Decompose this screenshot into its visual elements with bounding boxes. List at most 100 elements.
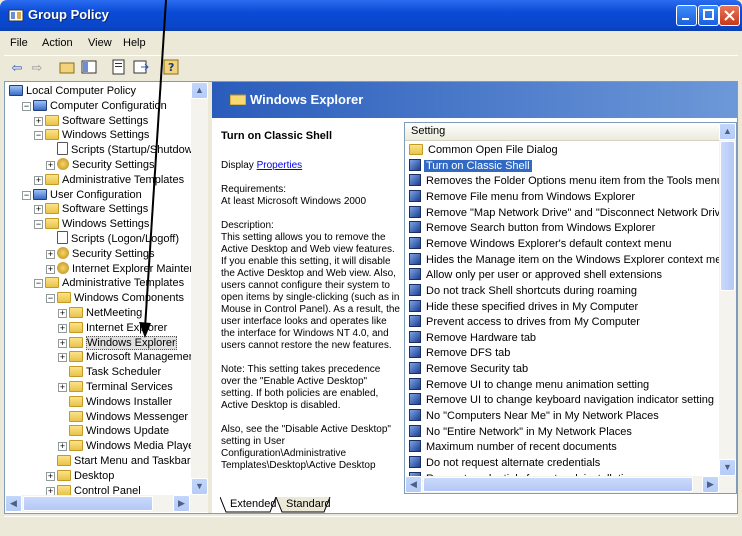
expand-icon[interactable]: + xyxy=(34,116,43,126)
list-setting-item[interactable]: Prevent access to drives from My Compute… xyxy=(409,314,642,330)
setting-icon xyxy=(409,158,421,171)
scroll-thumb[interactable] xyxy=(423,477,693,492)
tree-vertical-scrollbar[interactable]: ▲ ▼ xyxy=(191,82,208,495)
tree-node-label: Windows Explorer xyxy=(86,335,177,350)
folder-icon xyxy=(45,218,59,230)
scroll-up-icon[interactable]: ▲ xyxy=(191,82,208,99)
collapse-icon[interactable]: − xyxy=(22,190,31,200)
expand-icon[interactable]: + xyxy=(58,383,67,392)
list-setting-item[interactable]: Maximum number of recent documents xyxy=(409,439,619,455)
minimize-button[interactable] xyxy=(676,5,697,26)
list-setting-item[interactable]: Remove UI to change keyboard navigation … xyxy=(409,392,716,408)
collapse-icon[interactable]: − xyxy=(34,220,43,230)
expand-icon[interactable]: + xyxy=(46,471,55,481)
maximize-button[interactable] xyxy=(698,5,719,26)
export-list-icon[interactable] xyxy=(132,59,150,77)
tree-node-label: Security Settings xyxy=(72,159,155,171)
scroll-thumb[interactable] xyxy=(720,141,735,291)
group-policy-window: Group Policy File Action View Help ⇦ ⇨ ?… xyxy=(0,0,742,536)
back-icon[interactable]: ⇦ xyxy=(8,59,26,77)
list-setting-item[interactable]: Hides the Manage item on the Windows Exp… xyxy=(409,252,736,268)
expand-icon[interactable]: + xyxy=(46,161,55,170)
setting-icon xyxy=(409,205,421,218)
list-setting-item[interactable]: Remove Hardware tab xyxy=(409,330,538,346)
list-setting-item[interactable]: Allow only per user or approved shell ex… xyxy=(409,267,664,283)
tab-standard[interactable]: Standard xyxy=(282,497,335,512)
setting-icon xyxy=(409,456,421,468)
panes: Local Computer Policy − Computer Configura… xyxy=(4,81,738,514)
list-setting-item[interactable]: Remove "Map Network Drive" and "Disconne… xyxy=(409,205,732,221)
properties-icon[interactable] xyxy=(110,59,128,77)
expand-icon[interactable]: + xyxy=(46,264,55,274)
list-folder-item[interactable]: Common Open File Dialog xyxy=(409,142,560,158)
help-icon[interactable]: ? xyxy=(162,59,180,77)
collapse-icon[interactable]: − xyxy=(34,279,43,289)
scroll-left-icon[interactable]: ◀ xyxy=(405,476,422,493)
tree-node-label: Windows Installer xyxy=(86,395,173,408)
list-setting-item[interactable]: Remove Security tab xyxy=(409,361,530,377)
script-icon xyxy=(57,142,68,156)
expand-icon[interactable]: + xyxy=(34,205,43,215)
list-setting-item[interactable]: Remove Windows Explorer's default contex… xyxy=(409,236,673,252)
requirements-value: At least Microsoft Windows 2000 xyxy=(221,196,367,207)
list-setting-item[interactable]: No "Entire Network" in My Network Places xyxy=(409,424,634,440)
setting-label: Common Open File Dialog xyxy=(428,144,558,156)
list-setting-item[interactable]: Remove File menu from Windows Explorer xyxy=(409,189,637,205)
scroll-down-icon[interactable]: ▼ xyxy=(719,459,736,476)
folder-icon xyxy=(69,336,83,348)
collapse-icon[interactable]: − xyxy=(34,131,43,141)
title-bar[interactable]: Group Policy xyxy=(0,0,742,31)
security-icon xyxy=(57,158,69,170)
setting-label: Remove File menu from Windows Explorer xyxy=(426,190,636,203)
list-setting-item[interactable]: Do not track Shell shortcuts during roam… xyxy=(409,283,639,299)
scroll-thumb[interactable] xyxy=(23,496,153,511)
setting-column-header[interactable]: Setting xyxy=(405,123,735,141)
expand-icon[interactable]: + xyxy=(46,249,55,259)
tree-node-label: Administrative Templates xyxy=(62,173,185,186)
folder-icon xyxy=(69,395,83,407)
properties-link[interactable]: Properties xyxy=(257,160,303,171)
scroll-right-icon[interactable]: ▶ xyxy=(173,495,190,512)
scroll-up-icon[interactable]: ▲ xyxy=(719,123,736,140)
show-hide-tree-icon[interactable] xyxy=(80,59,98,77)
expand-icon[interactable]: + xyxy=(34,175,43,185)
setting-label: Prevent access to drives from My Compute… xyxy=(426,316,640,329)
settings-list: Setting Common Open File Dialog Turn on C… xyxy=(404,122,737,494)
scroll-left-icon[interactable]: ◀ xyxy=(5,495,22,512)
folder-icon xyxy=(57,469,71,481)
setting-label: Removes the Folder Options menu item fro… xyxy=(426,175,723,188)
folder-icon xyxy=(45,114,59,126)
setting-label: Remove Security tab xyxy=(426,363,529,376)
scroll-down-icon[interactable]: ▼ xyxy=(191,478,208,495)
scroll-right-icon[interactable]: ▶ xyxy=(702,476,719,493)
list-setting-item[interactable]: Remove UI to change menu animation setti… xyxy=(409,377,651,393)
up-folder-icon[interactable] xyxy=(58,59,76,77)
details-title: Windows Explorer xyxy=(250,92,364,107)
close-button[interactable] xyxy=(719,5,740,26)
menu-help[interactable]: Help xyxy=(123,37,146,49)
list-setting-item[interactable]: Turn on Classic Shell xyxy=(409,158,532,174)
tab-extended[interactable]: Extended xyxy=(226,497,280,512)
expand-icon[interactable]: + xyxy=(58,442,67,452)
menu-action[interactable]: Action xyxy=(42,37,73,49)
collapse-icon[interactable]: − xyxy=(46,294,55,304)
list-setting-item[interactable]: Removes the Folder Options menu item fro… xyxy=(409,173,725,189)
list-horizontal-scrollbar[interactable]: ◀ ▶ xyxy=(405,476,736,493)
folder-icon xyxy=(69,381,83,392)
expand-icon[interactable]: + xyxy=(58,309,67,318)
expand-icon[interactable]: + xyxy=(58,338,67,348)
forward-icon[interactable]: ⇨ xyxy=(28,59,46,77)
menu-file[interactable]: File xyxy=(10,37,28,49)
list-setting-item[interactable]: Remove Search button from Windows Explor… xyxy=(409,220,657,236)
list-vertical-scrollbar[interactable]: ▲ ▼ xyxy=(719,123,736,476)
list-setting-item[interactable]: Remove DFS tab xyxy=(409,345,512,361)
list-setting-item[interactable]: No "Computers Near Me" in My Network Pla… xyxy=(409,408,661,424)
menu-view[interactable]: View xyxy=(88,37,112,49)
expand-icon[interactable]: + xyxy=(58,323,67,333)
list-setting-item[interactable]: Do not request alternate credentials xyxy=(409,455,602,471)
collapse-icon[interactable]: − xyxy=(22,101,31,111)
setting-label: Remove UI to change keyboard navigation … xyxy=(426,394,715,407)
list-setting-item[interactable]: Hide these specified drives in My Comput… xyxy=(409,299,640,315)
expand-icon[interactable]: + xyxy=(58,353,67,363)
tree-horizontal-scrollbar[interactable]: ◀ ▶ xyxy=(5,495,208,512)
